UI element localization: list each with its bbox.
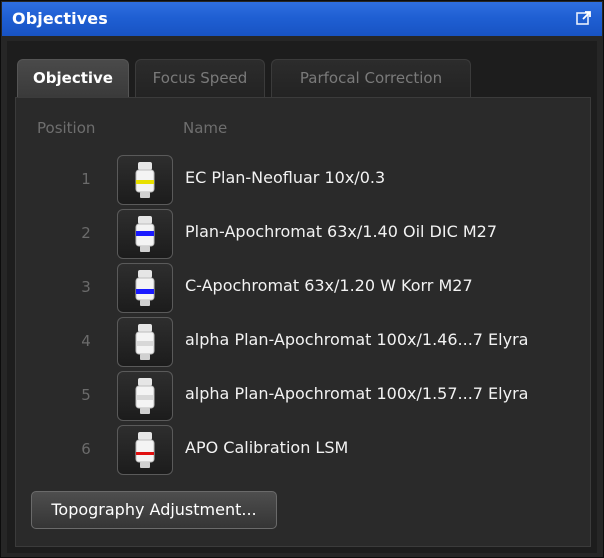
objective-name: alpha Plan-Apochromat 100x/1.46...7 Elyr… [185, 330, 529, 349]
objective-1-button[interactable] [117, 155, 173, 205]
column-header-position: Position [37, 119, 96, 137]
tab-parfocal-correction-label: Parfocal Correction [299, 69, 443, 87]
position-number: 3 [81, 278, 91, 296]
objective-lens-icon [135, 216, 155, 252]
color-band [136, 231, 154, 236]
objective-row-2: 2 Plan-Apochromat 63x/1.40 Oil DIC M27 [15, 208, 591, 262]
color-band [136, 452, 154, 455]
objective-lens-icon [135, 378, 155, 414]
objective-name: Plan-Apochromat 63x/1.40 Oil DIC M27 [185, 222, 498, 241]
objective-name: alpha Plan-Apochromat 100x/1.57...7 Elyr… [185, 384, 529, 403]
color-band [136, 289, 154, 294]
objective-name: APO Calibration LSM [185, 438, 349, 457]
panel-title: Objectives [12, 9, 108, 28]
objective-3-button[interactable] [117, 263, 173, 313]
column-header-name: Name [183, 119, 228, 137]
position-number: 2 [81, 224, 91, 242]
objective-name: EC Plan-Neofluar 10x/0.3 [185, 168, 386, 187]
objective-lens-icon [135, 432, 155, 468]
position-number: 4 [81, 332, 91, 350]
objective-lens-icon [135, 162, 155, 198]
position-number: 5 [81, 386, 91, 404]
tab-focus-speed-label: Focus Speed [152, 69, 248, 87]
objectives-panel: Objectives Objective Focus Speed Parfoca… [0, 0, 604, 558]
position-number: 1 [81, 170, 91, 188]
objective-4-button[interactable] [117, 317, 173, 367]
objective-5-button[interactable] [117, 371, 173, 421]
color-band [136, 180, 154, 184]
tab-parfocal-correction[interactable]: Parfocal Correction [271, 59, 471, 97]
objective-row-5: 5 alpha Plan-Apochromat 100x/1.57...7 El… [15, 370, 591, 424]
objective-name: C-Apochromat 63x/1.20 W Korr M27 [185, 276, 473, 295]
color-band [136, 395, 154, 400]
objective-2-button[interactable] [117, 209, 173, 259]
panel-titlebar: Objectives [2, 2, 602, 36]
objective-6-button[interactable] [117, 425, 173, 475]
tab-objective[interactable]: Objective [17, 59, 129, 97]
tab-focus-speed[interactable]: Focus Speed [135, 59, 265, 97]
objective-row-1: 1 EC Plan-Neofluar 10x/0.3 [15, 154, 591, 208]
objective-lens-icon [135, 324, 155, 360]
objective-lens-icon [135, 270, 155, 306]
objective-row-6: 6 APO Calibration LSM [15, 424, 591, 478]
objective-row-3: 3 C-Apochromat 63x/1.20 W Korr M27 [15, 262, 591, 316]
tab-objective-label: Objective [33, 69, 113, 87]
topography-adjustment-button[interactable]: Topography Adjustment... [31, 491, 277, 529]
position-number: 6 [81, 440, 91, 458]
color-band [136, 341, 154, 346]
undock-icon[interactable] [576, 10, 592, 26]
objective-row-4: 4 alpha Plan-Apochromat 100x/1.46...7 El… [15, 316, 591, 370]
